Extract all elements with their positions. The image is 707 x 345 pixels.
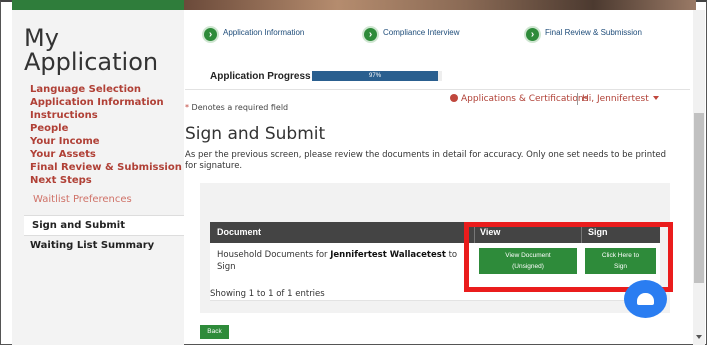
applications-link-label: Applications & Certifications: [461, 94, 589, 104]
banner-strip: [12, 0, 184, 10]
sidebar-item-final-review[interactable]: Final Review & Submission: [30, 162, 182, 174]
scrollbar-thumb[interactable]: [694, 113, 704, 283]
sidebar-item-your-assets[interactable]: Your Assets: [30, 149, 96, 161]
record-icon: [450, 94, 458, 102]
step-label: Application Information: [223, 28, 305, 37]
sidebar-title: My Application: [24, 26, 158, 74]
sidebar-item-people[interactable]: People: [30, 123, 68, 135]
document-name: Household Documents for Jennifertest Wal…: [217, 249, 472, 273]
sidebar-item-waitlist-preferences[interactable]: Waitlist Preferences: [33, 194, 132, 206]
doc-prefix: Household Documents for: [217, 250, 331, 260]
progress-fill: 97%: [312, 71, 439, 81]
page-description: As per the previous screen, please revie…: [185, 150, 667, 171]
sidebar-title-line1: My: [24, 24, 59, 52]
sidebar-item-application-information[interactable]: Application Information: [30, 97, 164, 109]
applications-certifications-link[interactable]: Applications & Certifications: [450, 94, 588, 104]
banner-image: [184, 0, 696, 10]
divider: [185, 89, 690, 90]
sidebar-item-waiting-list-summary[interactable]: Waiting List Summary: [30, 240, 154, 251]
sidebar-item-your-income[interactable]: Your Income: [30, 136, 100, 148]
step-application-information[interactable]: › Application Information: [202, 22, 332, 44]
page-title: Sign and Submit: [185, 124, 326, 144]
entries-info: Showing 1 to 1 of 1 entries: [210, 289, 325, 299]
chevron-right-icon: ›: [202, 26, 219, 43]
sidebar-item-instructions[interactable]: Instructions: [30, 110, 98, 122]
doc-household-name: Jennifertest Wallacetest: [330, 250, 446, 260]
back-button[interactable]: Back: [200, 325, 229, 339]
sidebar-item-label: Sign and Submit: [32, 220, 126, 231]
divider: [577, 93, 578, 105]
caret-down-icon: [652, 96, 659, 100]
sidebar-item-next-steps[interactable]: Next Steps: [30, 175, 92, 187]
progress-bar: 97%: [312, 71, 442, 81]
step-compliance-interview[interactable]: › Compliance Interview: [362, 22, 492, 44]
user-greeting: Hi, Jennifertest: [582, 94, 649, 104]
required-note: * Denotes a required field: [185, 103, 288, 112]
chat-icon: [637, 293, 654, 305]
chat-button[interactable]: [624, 280, 667, 318]
chevron-right-icon: ›: [524, 26, 541, 43]
scroll-down-icon[interactable]: [696, 335, 702, 339]
chevron-right-icon: ›: [362, 26, 379, 43]
required-text: Denotes a required field: [189, 103, 289, 112]
step-label: Compliance Interview: [383, 28, 460, 37]
sidebar-title-line2: Application: [24, 48, 159, 76]
step-label: Final Review & Submission: [545, 28, 642, 37]
user-menu[interactable]: Hi, Jennifertest: [582, 94, 659, 104]
sidebar-item-language-selection[interactable]: Language Selection: [30, 84, 141, 96]
progress-label: Application Progress: [210, 71, 311, 82]
sidebar-item-sign-and-submit[interactable]: Sign and Submit: [24, 215, 184, 236]
column-header-document: Document: [217, 227, 262, 237]
step-final-review[interactable]: › Final Review & Submission: [524, 22, 664, 44]
